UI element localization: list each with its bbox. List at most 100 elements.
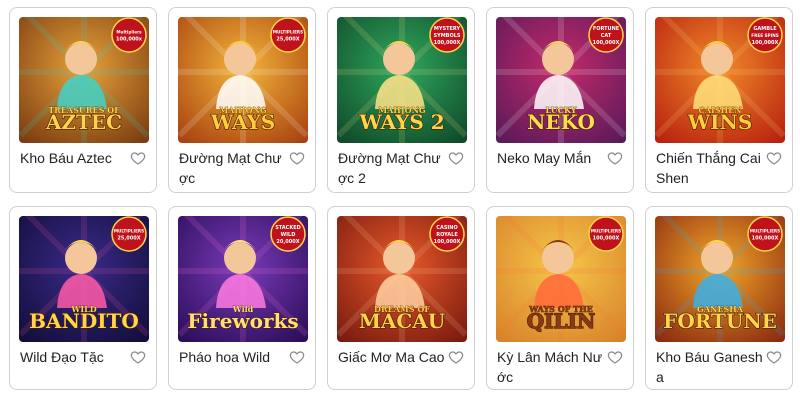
heart-outline-icon[interactable]: [766, 349, 782, 365]
character-head: [383, 242, 415, 274]
badge-text-line: 100,000X: [752, 236, 779, 242]
badge-text-line: 100,000x: [116, 37, 143, 43]
character-head: [701, 242, 733, 274]
game-thumbnail[interactable]: Multipliers 100,000x TREASURES OF AZTEC: [19, 17, 149, 143]
character-head: [224, 242, 256, 274]
badge-text-line: 25,000X: [117, 236, 140, 242]
game-logo: MAHJONGWAYS 2: [358, 105, 446, 135]
logo-text-line: FORTUNE: [663, 309, 777, 333]
logo-text-line: BANDITO: [29, 309, 139, 333]
character-head: [65, 43, 97, 75]
badge-text-line: SYMBOLS: [433, 33, 460, 39]
game-thumbnail[interactable]: STACKED WILD 20,000X Wild Fireworks: [178, 216, 308, 342]
game-title[interactable]: Neko May Mắn: [497, 148, 605, 168]
game-thumbnail[interactable]: MULTIPLIERS 100,000X GANESHA FORTUNE: [655, 216, 785, 342]
logo-text-line: QILIN: [527, 309, 595, 333]
character-head: [383, 43, 415, 75]
game-card[interactable]: MULTIPLIERS 25,000X WILD BANDITO Wild Đạo Tặ…: [9, 206, 157, 390]
badge-text-line: WILD: [281, 232, 296, 238]
heart-outline-icon[interactable]: [607, 150, 623, 166]
badge-text-line: MULTIPLIERS: [750, 229, 780, 234]
game-thumbnail-art: GAMBLEFREE SPINS 100,000X CAISHENWINS: [655, 17, 785, 143]
game-card[interactable]: STACKED WILD 20,000X Wild Fireworks Pháo hoa …: [168, 206, 316, 390]
game-card[interactable]: Multipliers 100,000x TREASURES OF AZTEC Kho …: [9, 7, 157, 193]
game-title[interactable]: Pháo hoa Wild: [179, 347, 287, 367]
multiplier-badge: MULTIPLIERS 100,000X: [747, 216, 783, 252]
game-thumbnail[interactable]: MULTIPLIERS 100,000X WAYS OF THE QILIN: [496, 216, 626, 342]
multiplier-badge: MULTIPLIERS 25,000X: [270, 17, 306, 53]
logo-text-line: Fireworks: [187, 309, 298, 333]
heart-outline-icon[interactable]: [766, 150, 782, 166]
game-title[interactable]: Kho Báu Aztec: [20, 148, 128, 168]
game-thumbnail-art: MULTIPLIERS 25,000X WILDBANDITO: [19, 216, 149, 342]
badge-text-line: 100,000X: [752, 40, 779, 46]
game-thumbnail[interactable]: CASINO ROYALE 100,000X DREAMS OF MACAU: [337, 216, 467, 342]
heart-outline-icon[interactable]: [130, 349, 146, 365]
badge-text-line: 100,000X: [434, 239, 461, 245]
badge-text-line: 100,000X: [593, 236, 620, 242]
badge-text-line: 100,000X: [593, 40, 620, 46]
heart-outline-icon[interactable]: [289, 150, 305, 166]
game-logo: MAHJONGWAYS: [209, 105, 276, 135]
multiplier-badge: MYSTERYSYMBOLS100,000X: [429, 17, 465, 53]
game-thumbnail-art: MULTIPLIERS 100,000X GANESHAFORTUNE: [655, 216, 785, 342]
game-logo: CAISHENWINS: [686, 105, 753, 135]
game-card[interactable]: MYSTERY SYMBOLS 100,000X MAHJONG WAYS 2 Đường…: [327, 7, 475, 193]
heart-outline-icon[interactable]: [289, 349, 305, 365]
game-title[interactable]: Đường Mạt Chược: [179, 148, 287, 188]
game-thumbnail-art: CASINOROYALE100,000X DREAMS OFMACAU: [337, 216, 467, 342]
game-title[interactable]: Kỳ Lân Mách Nước: [497, 347, 605, 387]
logo-text-line: WINS: [687, 110, 753, 134]
game-title[interactable]: Wild Đạo Tặc: [20, 347, 128, 367]
heart-outline-icon[interactable]: [448, 150, 464, 166]
badge-text-line: CASINO: [436, 225, 457, 231]
heart-outline-icon[interactable]: [448, 349, 464, 365]
game-thumbnail[interactable]: MULTIPLIERS 25,000X MAHJONG WAYS: [178, 17, 308, 143]
character-head: [542, 43, 574, 75]
character-head: [701, 43, 733, 75]
game-thumbnail-art: MULTIPLIERS 100,000X WAYS OF THEQILIN: [496, 216, 626, 342]
game-thumbnail[interactable]: MULTIPLIERS 25,000X WILD BANDITO: [19, 216, 149, 342]
badge-text-line: CAT: [601, 33, 612, 39]
badge-text-line: FREE SPINS: [751, 33, 778, 38]
game-logo: WAYS OF THEQILIN: [526, 304, 596, 334]
game-card[interactable]: CASINO ROYALE 100,000X DREAMS OF MACAU Giấc M…: [327, 206, 475, 390]
game-thumbnail-art: MULTIPLIERS 25,000X MAHJONGWAYS: [178, 17, 308, 143]
game-card[interactable]: MULTIPLIERS 100,000X GANESHA FORTUNE Kho Báu…: [645, 206, 793, 390]
game-title[interactable]: Chiến Thắng Cai Shen: [656, 148, 764, 188]
multiplier-badge: MULTIPLIERS 100,000X: [588, 216, 624, 252]
game-thumbnail-art: Multipliers 100,000x TREASURES OFAZTEC: [19, 17, 149, 143]
heart-outline-icon[interactable]: [607, 349, 623, 365]
multiplier-badge: FORTUNECAT100,000X: [588, 17, 624, 53]
character-head: [65, 242, 97, 274]
badge-text-line: STACKED: [275, 225, 301, 231]
badge-text-line: GAMBLE: [753, 26, 777, 32]
game-card[interactable]: MULTIPLIERS 100,000X WAYS OF THE QILIN Kỳ Lâ…: [486, 206, 634, 390]
multiplier-badge: MULTIPLIERS 25,000X: [111, 216, 147, 252]
game-thumbnail[interactable]: GAMBLE FREE SPINS 100,000X CAISHEN WINS: [655, 17, 785, 143]
game-thumbnail[interactable]: FORTUNE CAT 100,000X LUCKY NEKO: [496, 17, 626, 143]
game-logo: LUCKYNEKO: [527, 105, 596, 135]
badge-text-line: 20,000X: [276, 239, 299, 245]
badge-text-line: MULTIPLIERS: [591, 229, 621, 234]
game-card[interactable]: FORTUNE CAT 100,000X LUCKY NEKO Neko May Mắn: [486, 7, 634, 193]
multiplier-badge: GAMBLEFREE SPINS 100,000X: [747, 17, 783, 53]
character-head: [224, 43, 256, 75]
logo-text-line: NEKO: [527, 110, 595, 134]
heart-outline-icon[interactable]: [130, 150, 146, 166]
game-thumbnail[interactable]: MYSTERY SYMBOLS 100,000X MAHJONG WAYS 2: [337, 17, 467, 143]
game-title[interactable]: Kho Báu Ganesha: [656, 347, 764, 387]
game-title[interactable]: Đường Mạt Chược 2: [338, 148, 446, 188]
badge-text-line: MULTIPLIERS: [273, 30, 303, 35]
game-card[interactable]: MULTIPLIERS 25,000X MAHJONG WAYS Đường Mạt C…: [168, 7, 316, 193]
game-thumbnail-art: STACKEDWILD20,000X WildFireworks: [178, 216, 308, 342]
game-card[interactable]: GAMBLE FREE SPINS 100,000X CAISHEN WINS Chiến…: [645, 7, 793, 193]
game-logo: TREASURES OFAZTEC: [44, 105, 122, 135]
multiplier-badge: Multipliers 100,000x: [111, 17, 147, 53]
multiplier-badge: STACKEDWILD20,000X: [270, 216, 306, 252]
logo-text-line: AZTEC: [45, 110, 122, 134]
badge-text-line: 100,000X: [434, 40, 461, 46]
game-title[interactable]: Giấc Mơ Ma Cao: [338, 347, 446, 367]
badge-text-line: 25,000X: [276, 37, 299, 43]
game-logo: WILDBANDITO: [29, 304, 140, 334]
